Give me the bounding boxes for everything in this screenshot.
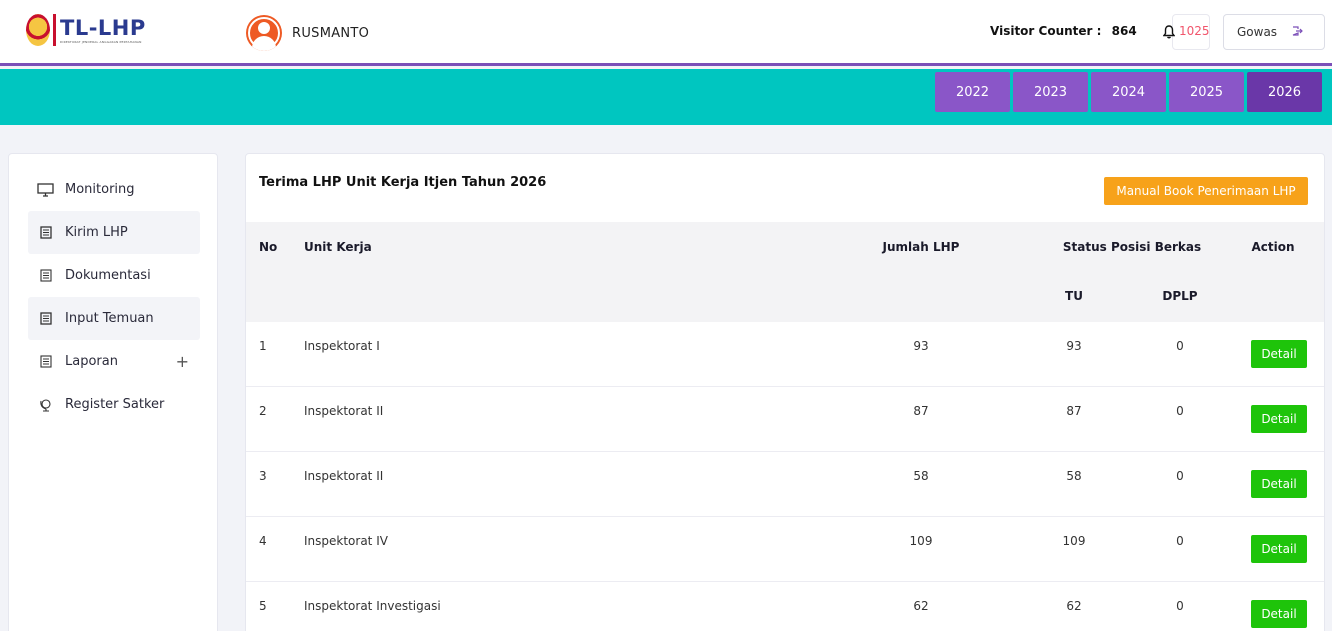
cell-jumlah-lhp: 109 [909, 534, 933, 548]
sidebar-item-monitoring[interactable]: Monitoring [28, 168, 200, 211]
document-icon [37, 269, 54, 283]
cell-no: 5 [259, 599, 267, 613]
sidebar-item-input-temuan[interactable]: Input Temuan [28, 297, 200, 340]
table-row: 2 Inspektorat II 87 87 0 Detail [246, 387, 1324, 452]
cell-unit-kerja: Inspektorat II [304, 469, 384, 483]
detail-button[interactable]: Detail [1251, 470, 1307, 498]
table-row: 3 Inspektorat II 58 58 0 Detail [246, 452, 1324, 517]
cell-dplp: 0 [1176, 534, 1184, 548]
username: RUSMANTO [292, 25, 370, 41]
sidebar-item-label: Monitoring [65, 182, 135, 197]
column-header-dplp: DPLP [1162, 289, 1198, 303]
monitor-icon [37, 182, 54, 197]
logout-icon [1291, 25, 1303, 40]
cell-tu: 58 [1066, 469, 1082, 483]
detail-button[interactable]: Detail [1251, 535, 1307, 563]
cell-jumlah-lhp: 62 [913, 599, 929, 613]
cell-unit-kerja: Inspektorat IV [304, 534, 388, 548]
cell-dplp: 0 [1176, 599, 1184, 613]
region-logout-button[interactable]: Gowas [1223, 14, 1325, 50]
cell-dplp: 0 [1176, 469, 1184, 483]
year-tab-2025[interactable]: 2025 [1169, 72, 1244, 112]
year-tab-2022[interactable]: 2022 [935, 72, 1010, 112]
column-header-no: No [259, 240, 278, 254]
sidebar-item-register-satker[interactable]: Register Satker [28, 383, 200, 426]
globe-icon [37, 398, 54, 412]
cell-dplp: 0 [1176, 404, 1184, 418]
app-logo[interactable]: TL-LHP DIREKTORAT JENDERAL ANGGARAN PERT… [26, 14, 146, 46]
column-header-status-posisi: Status Posisi Berkas [1062, 240, 1202, 254]
manual-book-button[interactable]: Manual Book Penerimaan LHP [1104, 177, 1308, 205]
table-row: 1 Inspektorat I 93 93 0 Detail [246, 322, 1324, 387]
year-tab-2024[interactable]: 2024 [1091, 72, 1166, 112]
year-tab-2023[interactable]: 2023 [1013, 72, 1088, 112]
user-profile[interactable]: RUSMANTO [246, 15, 369, 51]
visitor-counter: Visitor Counter : 864 [990, 24, 1137, 38]
sidebar-item-label: Register Satker [65, 397, 165, 412]
visitor-label: Visitor Counter : [990, 24, 1102, 38]
document-icon [37, 312, 54, 326]
sidebar-item-label: Laporan [65, 354, 118, 369]
document-icon [37, 226, 54, 240]
year-tab-2026[interactable]: 2026 [1247, 72, 1322, 112]
main-card: Terima LHP Unit Kerja Itjen Tahun 2026 M… [245, 153, 1325, 631]
region-label: Gowas [1237, 25, 1278, 39]
year-bar: 2022 2023 2024 2025 2026 [0, 69, 1332, 125]
column-header-jumlah-lhp: Jumlah LHP [882, 240, 960, 254]
cell-tu: 62 [1066, 599, 1082, 613]
document-icon [37, 355, 54, 369]
cell-unit-kerja: Inspektorat Investigasi [304, 599, 441, 613]
column-header-unit-kerja: Unit Kerja [304, 240, 372, 254]
top-header: TL-LHP DIREKTORAT JENDERAL ANGGARAN PERT… [0, 0, 1332, 66]
logo-title: TL-LHP [60, 15, 146, 40]
sidebar-item-laporan[interactable]: Laporan + [28, 340, 200, 383]
detail-button[interactable]: Detail [1251, 405, 1307, 433]
detail-button[interactable]: Detail [1251, 340, 1307, 368]
visitor-count: 864 [1111, 24, 1137, 38]
cell-tu: 93 [1066, 339, 1082, 353]
logo-divider [53, 14, 56, 46]
cell-no: 3 [259, 469, 267, 483]
page-title: Terima LHP Unit Kerja Itjen Tahun 2026 [259, 175, 547, 190]
sidebar-item-dokumentasi[interactable]: Dokumentasi [28, 254, 200, 297]
sidebar-item-label: Dokumentasi [65, 268, 151, 283]
sidebar-item-label: Kirim LHP [65, 225, 128, 240]
cell-jumlah-lhp: 93 [913, 339, 929, 353]
emblem-icon [26, 14, 50, 46]
column-header-tu: TU [1065, 289, 1083, 303]
table-row: 5 Inspektorat Investigasi 62 62 0 Detail [246, 582, 1324, 631]
cell-jumlah-lhp: 58 [913, 469, 929, 483]
cell-tu: 109 [1062, 534, 1086, 548]
expand-plus-icon[interactable]: + [176, 352, 189, 371]
cell-no: 1 [259, 339, 267, 353]
cell-no: 2 [259, 404, 267, 418]
cell-tu: 87 [1066, 404, 1082, 418]
notification-count: 1025 [1179, 24, 1210, 38]
logo-subtitle: DIREKTORAT JENDERAL ANGGARAN PERTAHANAN [60, 39, 142, 44]
cell-jumlah-lhp: 87 [913, 404, 929, 418]
column-header-action: Action [1251, 240, 1295, 254]
cell-unit-kerja: Inspektorat I [304, 339, 380, 353]
sidebar-item-label: Input Temuan [65, 311, 154, 326]
year-tabs: 2022 2023 2024 2025 2026 [935, 72, 1322, 112]
table-row: 4 Inspektorat IV 109 109 0 Detail [246, 517, 1324, 582]
cell-no: 4 [259, 534, 267, 548]
avatar [246, 15, 282, 51]
sidebar-item-kirim-lhp[interactable]: Kirim LHP [28, 211, 200, 254]
cell-unit-kerja: Inspektorat II [304, 404, 384, 418]
cell-dplp: 0 [1176, 339, 1184, 353]
detail-button[interactable]: Detail [1251, 600, 1307, 628]
table-header: No Unit Kerja Jumlah LHP Status Posisi B… [246, 222, 1324, 322]
sidebar: Monitoring Kirim LHP Dokumentasi Input T… [8, 153, 218, 631]
